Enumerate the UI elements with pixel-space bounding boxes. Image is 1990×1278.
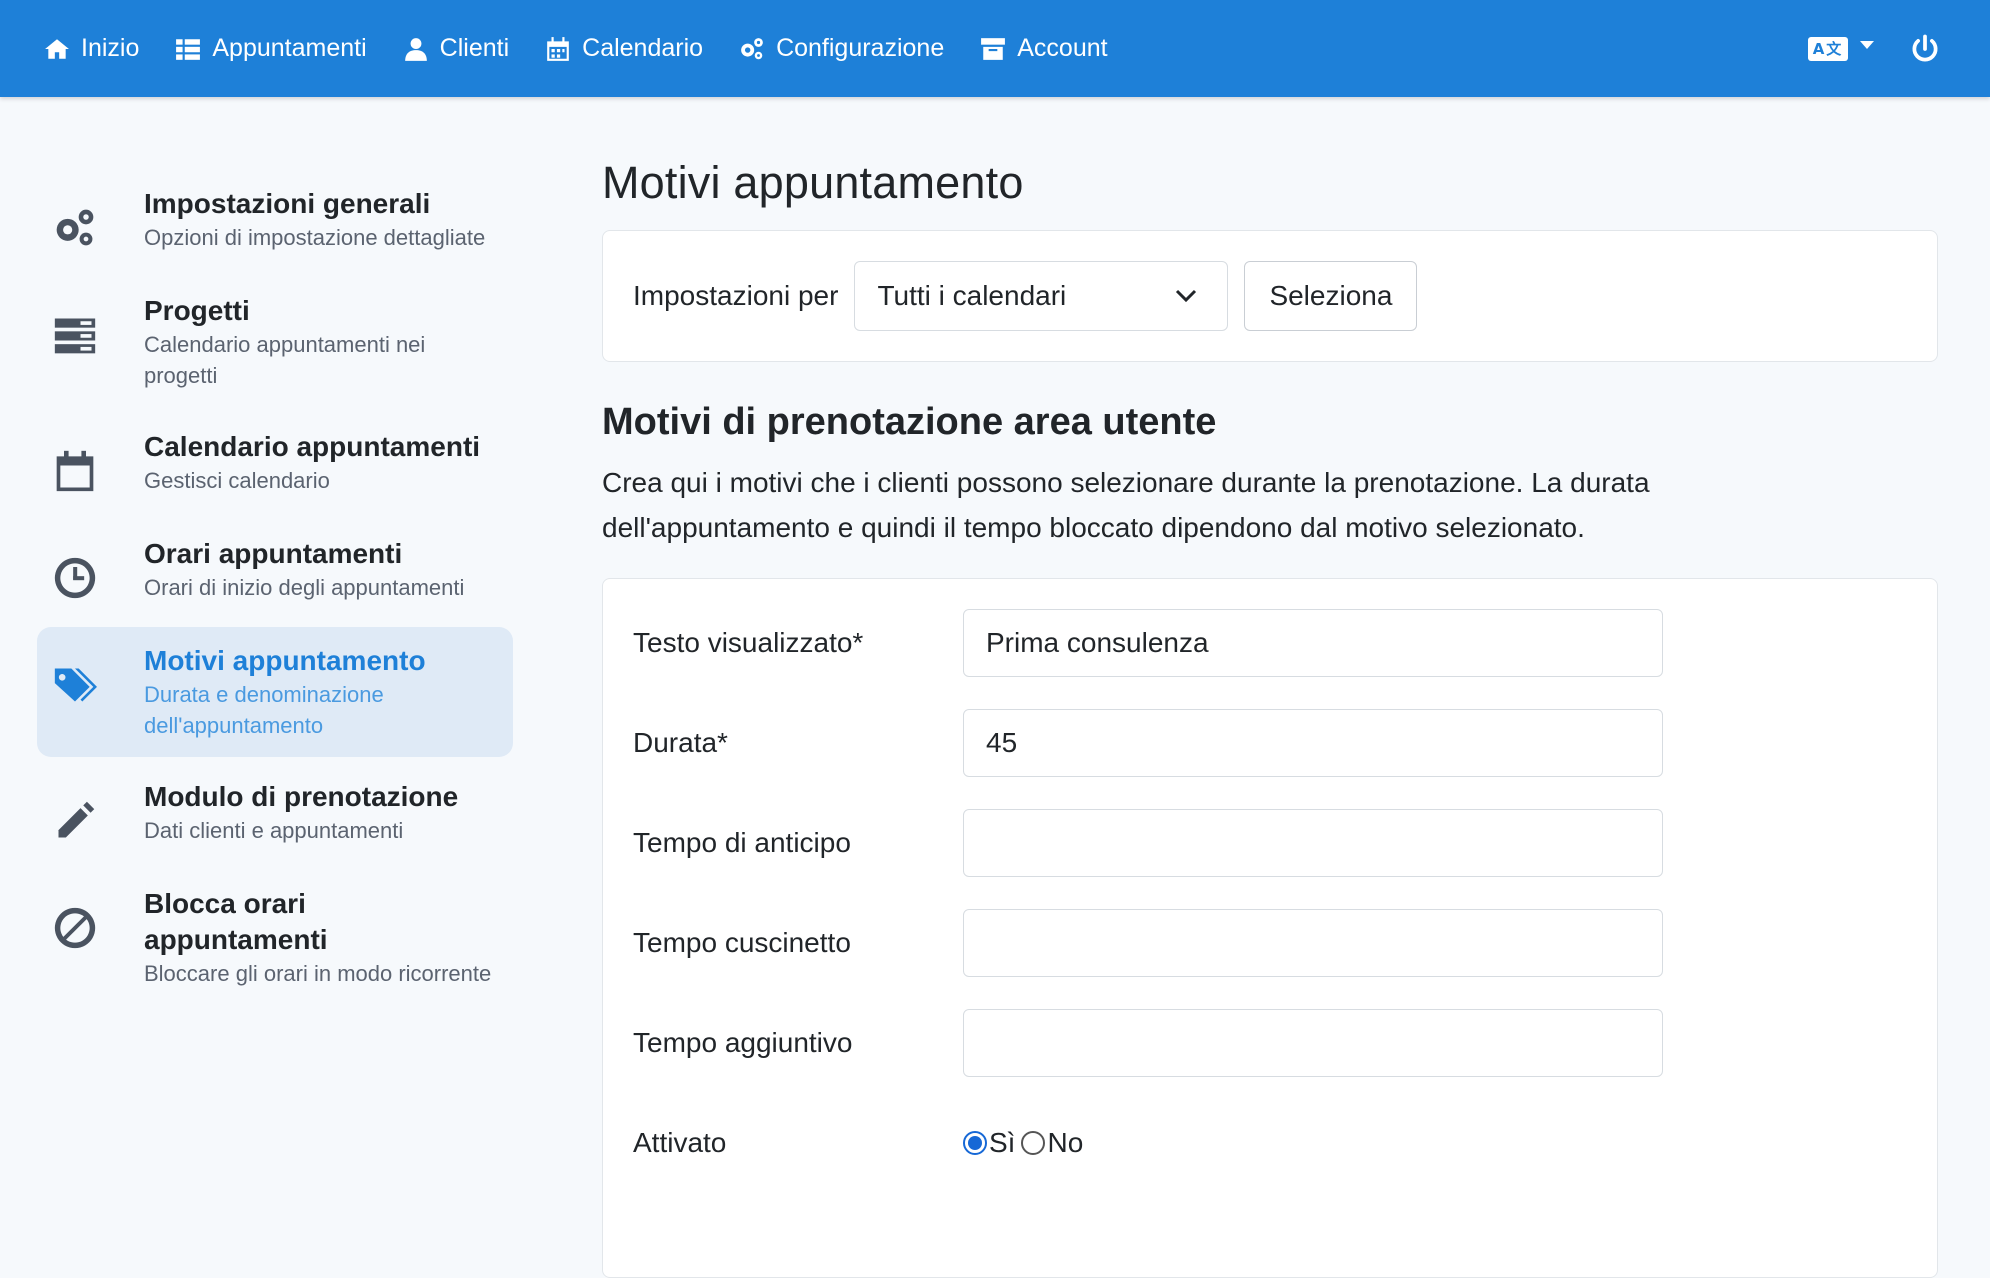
settings-sidebar: Impostazioni generali Opzioni di imposta… [37, 170, 513, 1011]
tags-icon [54, 668, 97, 702]
extra-time-input[interactable] [963, 1009, 1663, 1077]
sidebar-item-title: Impostazioni generali [144, 188, 431, 219]
sidebar-item-subtitle: Dati clienti e appuntamenti [144, 818, 404, 843]
extra-time-label: Tempo aggiuntivo [633, 1027, 853, 1058]
form-row-enabled: Attivato Sì No [633, 1109, 1907, 1177]
chevron-down-icon [1860, 40, 1874, 49]
sidebar-item-title: Motivi appuntamento [144, 645, 426, 676]
enabled-no-label[interactable]: No [1047, 1127, 1083, 1159]
section-title: Motivi di prenotazione area utente [602, 401, 1217, 443]
gears-icon [741, 37, 763, 59]
sidebar-item-subtitle: Calendario appuntamenti nei progetti [144, 332, 426, 388]
language-icon: A文 [1808, 36, 1848, 61]
select-button[interactable]: Seleziona [1244, 261, 1418, 331]
nav-appuntamenti[interactable]: Appuntamenti [175, 0, 367, 97]
duration-input[interactable] [963, 709, 1663, 777]
calendar-select-value: Tutti i calendari [877, 280, 1067, 311]
top-navbar: Inizio Appuntamenti Clienti Calendario C… [0, 0, 1990, 97]
enabled-radio-group: Sì No [963, 1127, 1089, 1159]
calendar-filter-card: Impostazioni per Tutti i calendari Selez… [602, 230, 1938, 362]
sidebar-item-block-times[interactable]: Blocca orari appuntamenti Bloccare gli o… [37, 870, 513, 1005]
sidebar-item-appointment-times[interactable]: Orari appuntamenti Orari di inizio degli… [37, 520, 513, 621]
nav-clienti[interactable]: Clienti [403, 0, 509, 97]
chevron-down-icon [1176, 289, 1197, 303]
nav-inizio[interactable]: Inizio [44, 0, 139, 97]
duration-label: Durata* [633, 727, 728, 758]
sidebar-item-subtitle: Opzioni di impostazione dettagliate [144, 225, 486, 250]
nav-label: Account [1017, 34, 1108, 62]
enabled-label: Attivato [633, 1127, 727, 1158]
enabled-yes-radio[interactable] [963, 1131, 987, 1155]
home-icon [45, 38, 69, 59]
nav-label: Clienti [439, 34, 510, 62]
main-content: Motivi appuntamento Impostazioni per Tut… [602, 150, 1938, 1278]
sidebar-item-projects[interactable]: Progetti Calendario appuntamenti nei pro… [37, 277, 513, 407]
top-right-controls: A文 [1808, 0, 1990, 97]
nav-label: Appuntamenti [212, 34, 367, 62]
nav-calendario[interactable]: Calendario [545, 0, 703, 97]
display-text-input[interactable] [963, 609, 1663, 677]
sidebar-item-title: Progetti [144, 295, 250, 326]
nav-label: Inizio [81, 34, 140, 62]
form-row-display-text: Testo visualizzato* [633, 609, 1907, 677]
section-description: Crea qui i motivi che i clienti possono … [602, 467, 1650, 543]
form-row-extra-time: Tempo aggiuntivo [633, 1009, 1907, 1077]
display-text-label: Testo visualizzato* [633, 627, 864, 658]
enabled-no-radio[interactable] [1021, 1131, 1046, 1155]
sidebar-item-title: Modulo di prenotazione [144, 781, 459, 812]
lead-time-label: Tempo di anticipo [633, 827, 851, 858]
list-icon [176, 38, 201, 60]
user-icon [404, 37, 427, 61]
sidebar-item-appointment-reasons[interactable]: Motivi appuntamento Durata e denominazio… [37, 627, 513, 757]
calendar-icon [56, 450, 94, 492]
sidebar-item-title: Orari appuntamenti [144, 538, 403, 569]
buffer-input[interactable] [963, 909, 1663, 977]
sidebar-item-subtitle: Gestisci calendario [144, 468, 330, 493]
pencil-icon [58, 801, 95, 838]
sidebar-item-title: Blocca orari appuntamenti [144, 888, 328, 955]
sidebar-item-booking-form[interactable]: Modulo di prenotazione Dati clienti e ap… [37, 763, 513, 864]
nav-account[interactable]: Account [980, 0, 1108, 97]
clock-icon [54, 557, 96, 599]
nav-configurazione[interactable]: Configurazione [739, 0, 944, 97]
power-icon [1912, 34, 1938, 61]
sidebar-item-appointment-calendar[interactable]: Calendario appuntamenti Gestisci calenda… [37, 413, 513, 514]
ban-icon [54, 907, 96, 949]
calendar-icon [547, 36, 569, 61]
buffer-label: Tempo cuscinetto [633, 927, 851, 958]
archive-icon [981, 37, 1006, 60]
form-row-lead-time: Tempo di anticipo [633, 809, 1907, 877]
nav-label: Calendario [582, 34, 704, 62]
form-row-duration: Durata* [633, 709, 1907, 777]
sidebar-item-subtitle: Bloccare gli orari in modo ricorrente [144, 961, 492, 986]
enabled-yes-label[interactable]: Sì [989, 1127, 1015, 1159]
logout-button[interactable] [1910, 34, 1940, 64]
nav-label: Configurazione [776, 34, 945, 62]
sidebar-item-subtitle: Durata e denominazione dell'appuntamento [144, 682, 384, 738]
sidebar-item-subtitle: Orari di inizio degli appuntamenti [144, 575, 465, 600]
page-title: Motivi appuntamento [602, 157, 1024, 208]
calendar-select[interactable]: Tutti i calendari [854, 261, 1229, 331]
server-icon [54, 318, 96, 354]
sidebar-item-title: Calendario appuntamenti [144, 431, 481, 462]
lead-time-input[interactable] [963, 809, 1663, 877]
reason-form-card: Testo visualizzato* Durata* Tempo di ant… [602, 578, 1938, 1278]
filter-label: Impostazioni per [633, 280, 839, 311]
gears-icon [56, 209, 94, 246]
sidebar-item-general-settings[interactable]: Impostazioni generali Opzioni di imposta… [37, 170, 513, 271]
language-selector[interactable]: A文 [1808, 36, 1874, 61]
form-row-buffer: Tempo cuscinetto [633, 909, 1907, 977]
